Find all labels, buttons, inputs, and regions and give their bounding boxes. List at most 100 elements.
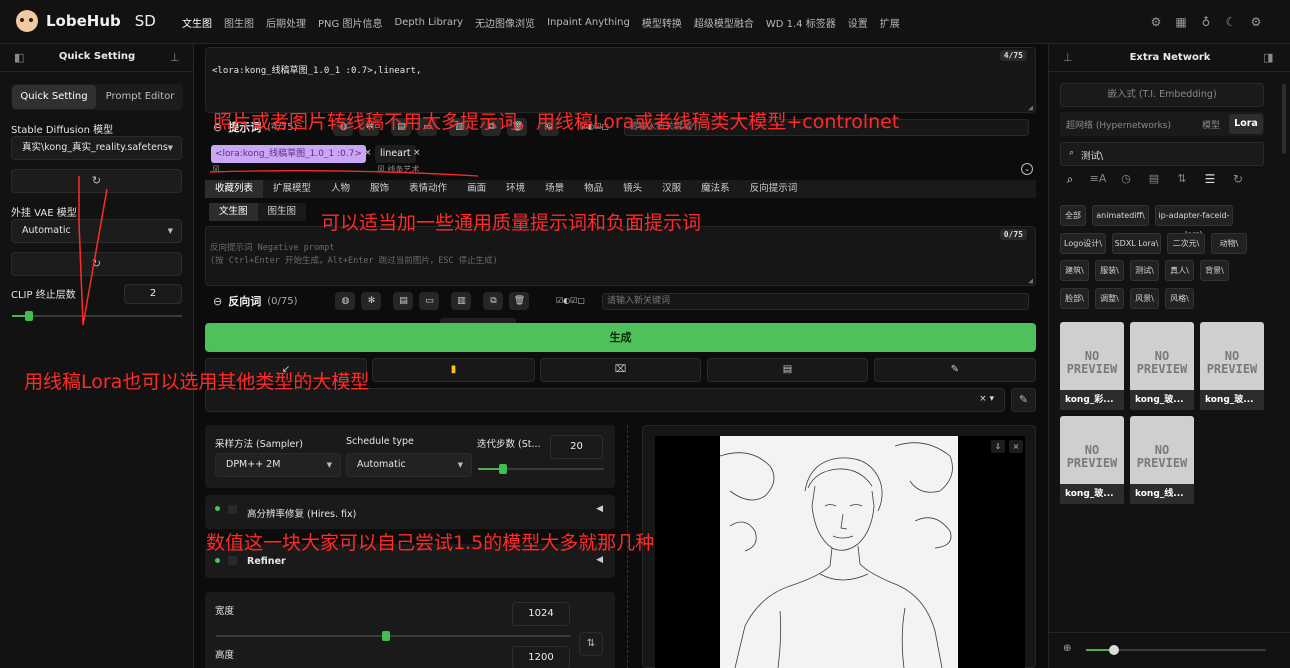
hires-checkbox[interactable] — [228, 505, 237, 514]
gear-icon[interactable]: ✻ — [361, 292, 382, 310]
lora-folder-chip[interactable]: 二次元\ — [1167, 233, 1205, 254]
lora-folder-chip[interactable]: 服装\ — [1095, 260, 1124, 281]
card-size-slider[interactable] — [1086, 645, 1266, 655]
action-button-clipboard[interactable]: ▤ — [707, 358, 868, 382]
width-input[interactable]: 1024 — [512, 602, 570, 626]
width-slider[interactable] — [216, 631, 571, 641]
lineart-chip[interactable]: lineart — [375, 145, 416, 163]
grid-icon[interactable]: ▦ — [1173, 14, 1189, 30]
nav-tab[interactable]: 超级模型融合 — [688, 15, 760, 30]
translate-all-icon[interactable]: ▥ — [451, 292, 472, 310]
negative-tag-input[interactable]: 请输入新关键词 — [602, 293, 1029, 310]
collapse-icon[interactable]: ⊖ — [213, 295, 222, 308]
category-tab[interactable]: 服饰 — [360, 180, 399, 198]
width-slider-handle[interactable] — [382, 631, 390, 641]
lora-card[interactable]: NO PREVIEW kong_线... — [1130, 416, 1194, 504]
pin-icon[interactable]: ⊥ — [170, 51, 180, 64]
lora-folder-chip[interactable]: 测试\ — [1130, 260, 1159, 281]
nav-tab[interactable]: 设置 — [842, 15, 874, 30]
subcategory-tab[interactable]: 图生图 — [258, 203, 307, 221]
category-tab[interactable]: 扩展模型 — [263, 180, 321, 198]
refresh-icon[interactable]: ↻ — [1228, 172, 1248, 192]
action-button-magic[interactable]: ✎ — [874, 358, 1036, 382]
lora-card[interactable]: NO PREVIEW kong_玻... — [1130, 322, 1194, 410]
brand[interactable]: LobeHub SD — [16, 10, 156, 32]
folder-search-icon[interactable]: ⌕ — [1060, 172, 1080, 192]
steps-input[interactable]: 20 — [550, 435, 603, 459]
category-tab[interactable]: 表情动作 — [399, 180, 457, 198]
lineart-output-image[interactable] — [720, 436, 958, 668]
resize-handle-icon[interactable]: ◢ — [1028, 103, 1033, 112]
nav-tab[interactable]: 扩展 — [874, 15, 906, 30]
github-icon[interactable]: ♁ — [1198, 14, 1214, 30]
tree-view-icon[interactable]: ☰ — [1200, 172, 1220, 192]
lora-chip[interactable]: <lora:kong_线稿草图_1.0_1 :0.7> — [211, 145, 366, 163]
tab-hypernetworks[interactable]: 超网络 (Hypernetworks) — [1066, 118, 1171, 131]
edit-styles-button[interactable]: ✎ — [1011, 388, 1036, 412]
gear-icon[interactable]: ⚙ — [1148, 14, 1164, 30]
copy-icon[interactable]: ⧉ — [483, 292, 504, 310]
tab-quick-setting[interactable]: Quick Setting — [12, 85, 96, 109]
remove-chip-icon[interactable]: × — [364, 148, 372, 158]
lora-card[interactable]: NO PREVIEW kong_玻... — [1200, 322, 1264, 410]
steps-slider-handle[interactable] — [499, 464, 507, 474]
tab-prompt-editor[interactable]: Prompt Editor — [98, 85, 182, 109]
nav-tab[interactable]: 模型转换 — [636, 15, 688, 30]
lora-folder-chip[interactable]: Logo设计\ — [1060, 233, 1106, 254]
lora-folder-chip[interactable]: 建筑\ — [1060, 260, 1089, 281]
lora-search-input[interactable]: ⌕ 测试\ — [1060, 142, 1264, 166]
lora-folder-chip[interactable]: 全部 — [1060, 205, 1086, 226]
translate-icon[interactable]: ◍ — [335, 292, 356, 310]
generate-button[interactable]: 生成 — [205, 323, 1036, 352]
settings-icon[interactable]: ⚙ — [1248, 14, 1264, 30]
nav-tab[interactable]: 图生图 — [218, 15, 260, 30]
clip-number-input[interactable]: 2 — [124, 284, 182, 304]
lora-folder-chip[interactable]: animatediff\ — [1092, 205, 1149, 226]
category-tab[interactable]: 魔法系 — [691, 180, 740, 198]
expand-icon[interactable]: ⌄ — [1021, 163, 1033, 175]
category-tab[interactable]: 镜头 — [613, 180, 652, 198]
sort-meta-icon[interactable]: ▤ — [1144, 172, 1164, 192]
refiner-checkbox[interactable] — [228, 556, 237, 565]
nav-tab[interactable]: Inpaint Anything — [541, 17, 636, 28]
lora-card[interactable]: NO PREVIEW kong_彩... — [1060, 322, 1124, 410]
nav-tab[interactable]: PNG 图片信息 — [312, 15, 388, 30]
schedule-select[interactable]: Automatic ▼ — [346, 453, 472, 477]
delete-icon[interactable]: 🗑 — [509, 292, 530, 310]
clear-and-chevron-icon[interactable]: × ▾ — [979, 394, 994, 404]
negative-prompt-textarea[interactable]: 反向提示词 Negative prompt (按 Ctrl+Enter 开始生成… — [205, 226, 1036, 286]
nav-tab[interactable]: WD 1.4 标签器 — [760, 15, 842, 30]
nav-tab[interactable]: Depth Library — [388, 17, 469, 28]
sidebar-toggle-icon[interactable]: ◨ — [1263, 51, 1273, 64]
category-tab[interactable]: 物品 — [574, 180, 613, 198]
nav-tab[interactable]: 无边图像浏览 — [469, 15, 541, 30]
lora-folder-chip[interactable]: ip-adapter-faceid-lora\ — [1155, 205, 1233, 239]
tab-lora[interactable]: Lora — [1229, 114, 1263, 134]
sampler-select[interactable]: DPM++ 2M ▼ — [215, 453, 341, 477]
subcategory-tab[interactable]: 文生图 — [209, 203, 258, 221]
lora-folder-chip[interactable]: 风景\ — [1130, 288, 1159, 309]
swap-dimensions-button[interactable]: ⇅ — [579, 632, 603, 656]
sort-date-icon[interactable]: ◷ — [1116, 172, 1136, 192]
category-tab[interactable]: 场景 — [535, 180, 574, 198]
clip-slider-handle[interactable] — [25, 311, 33, 321]
lora-card[interactable]: NO PREVIEW kong_玻... — [1060, 416, 1124, 504]
import-icon[interactable]: ▤ — [393, 292, 414, 310]
clip-slider[interactable] — [12, 311, 182, 321]
download-icon[interactable]: ⇓ — [991, 440, 1005, 453]
category-tab[interactable]: 环境 — [496, 180, 535, 198]
nav-tab[interactable]: 后期处理 — [260, 15, 312, 30]
nav-tab[interactable]: 文生图 — [176, 15, 218, 30]
sd-model-select[interactable]: 真实\kong_真实_reality.safetens ▼ — [11, 136, 182, 160]
sort-name-icon[interactable]: ≡A — [1088, 172, 1108, 192]
category-tab[interactable]: 汉服 — [652, 180, 691, 198]
category-tab[interactable]: 反向提示词 — [740, 180, 808, 198]
lora-folder-chip[interactable]: 动物\ — [1211, 233, 1247, 254]
hires-card[interactable]: 高分辨率修复 (Hires. fix) ◀ — [205, 495, 615, 529]
resize-handle-icon[interactable]: ◢ — [1028, 276, 1033, 285]
category-tab[interactable]: 人物 — [321, 180, 360, 198]
lora-folder-chip[interactable]: 真人\ — [1165, 260, 1194, 281]
vae-select[interactable]: Automatic ▼ — [11, 219, 182, 243]
sort-order-icon[interactable]: ⇅ — [1172, 172, 1192, 192]
negative-toggles[interactable]: ☑◐☑▢ — [556, 296, 585, 305]
